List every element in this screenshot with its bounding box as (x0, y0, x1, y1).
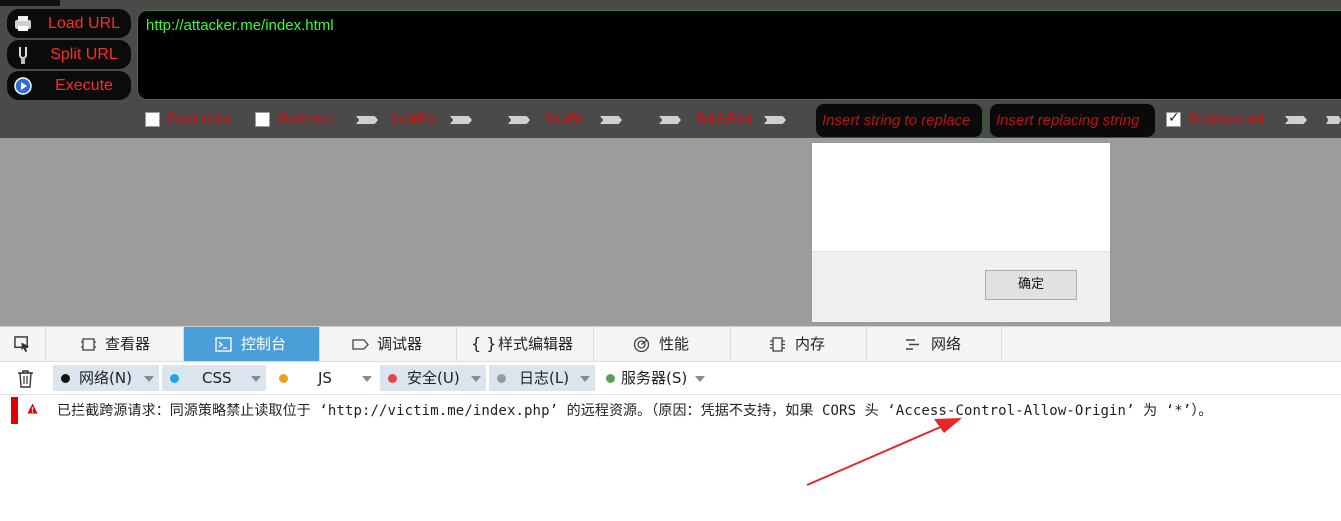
tab-console-label: 控制台 (241, 335, 287, 353)
base64-encode-arrow-icon[interactable] (764, 116, 786, 124)
filter-css-dot (170, 374, 179, 383)
replace-all-label[interactable]: Replace All (1189, 110, 1264, 130)
filter-server[interactable]: 服务器(S) (598, 365, 710, 391)
filter-server-label: 服务器(S) (621, 369, 688, 387)
filter-security-dot (388, 374, 397, 383)
load-url-button[interactable]: Load URL (7, 9, 131, 38)
hex-decode-arrow-icon[interactable] (356, 116, 378, 124)
execute-label: Execute (55, 77, 113, 94)
tab-style-editor[interactable]: { } 样式编辑器 (457, 327, 594, 361)
braces-icon: { } (471, 334, 497, 353)
referrer-label[interactable]: Referrer (278, 110, 333, 130)
replace-all-checkbox[interactable] (1166, 110, 1181, 127)
alert-dialog: 确定 (811, 142, 1111, 322)
tab-style-editor-label: 样式编辑器 (498, 335, 574, 353)
tab-debugger-label: 调试器 (377, 335, 423, 353)
url-decode-arrow-icon[interactable] (508, 116, 530, 124)
more-arrow-icon[interactable] (1326, 116, 1341, 124)
filter-net-dot (61, 374, 70, 383)
insert-string-input[interactable]: Insert string to replace (815, 103, 983, 138)
insert-replacing-placeholder: Insert replacing string (996, 112, 1140, 129)
post-data-checkbox[interactable] (145, 112, 160, 127)
warning-icon (27, 403, 38, 414)
tab-performance-label: 性能 (659, 335, 690, 353)
console-error-row: 已拦截跨源请求：同源策略禁止读取位于 ‘http://victim.me/ind… (0, 395, 1341, 425)
element-picker-icon (14, 336, 30, 353)
filter-net-label: 网络(N) (79, 369, 132, 387)
execute-button[interactable]: Execute (7, 71, 131, 100)
insert-replacing-input[interactable]: Insert replacing string (989, 103, 1156, 138)
hackbar-toolbar: Load URL Split URL Execute http://attack… (0, 0, 1341, 138)
filter-js-label: JS (318, 369, 332, 387)
tab-console[interactable]: 控制台 (184, 327, 320, 361)
performance-icon (633, 336, 650, 353)
filter-security-label: 安全(U) (407, 369, 460, 387)
filter-js[interactable]: JS (271, 365, 377, 391)
filter-logging-dot (497, 374, 506, 383)
url-textarea[interactable]: http://attacker.me/index.html (137, 10, 1341, 100)
filter-js-dot (279, 374, 288, 383)
url-encode-arrow-icon[interactable] (600, 116, 622, 124)
load-url-label: Load URL (47, 15, 121, 32)
ok-button[interactable]: 确定 (985, 270, 1077, 300)
element-picker-button[interactable] (0, 327, 46, 361)
filter-logging-label: 日志(L) (519, 369, 570, 387)
chevron-down-icon (695, 376, 705, 382)
console-message: 已拦截跨源请求：同源策略禁止读取位于 ‘http://victim.me/ind… (57, 403, 1213, 419)
url-encode-label: %URL (544, 111, 588, 128)
devtools-panel: 查看器 控制台 调试器 { } 样式编辑器 性能 内存 网络 网络(N) CSS… (0, 326, 1341, 521)
page-overlay (0, 138, 1341, 326)
tab-memory-label: 内存 (795, 335, 826, 353)
alert-dialog-footer: 确定 (812, 251, 1110, 322)
console-filter-bar: 网络(N) CSS JS 安全(U) 日志(L) 服务器(S) (0, 362, 1341, 395)
insert-string-placeholder: Insert string to replace (822, 112, 971, 129)
tab-inspector-label: 查看器 (105, 335, 151, 353)
filter-logging[interactable]: 日志(L) (489, 365, 595, 391)
referrer-checkbox[interactable] (255, 112, 270, 127)
hackbar-top-menu-strip (176, 0, 1341, 6)
split-url-button[interactable]: Split URL (7, 40, 131, 69)
debugger-icon (352, 339, 369, 350)
tab-memory[interactable]: 内存 (731, 327, 867, 361)
chevron-down-icon (144, 376, 154, 382)
filter-css-label: CSS (202, 369, 232, 387)
hackbar-corner (0, 0, 60, 6)
chevron-down-icon (362, 376, 372, 382)
filter-net[interactable]: 网络(N) (53, 365, 159, 391)
chevron-down-icon (471, 376, 481, 382)
post-data-label[interactable]: Post data (167, 110, 230, 130)
tab-network-label: 网络 (931, 335, 962, 353)
tab-inspector[interactable]: 查看器 (46, 327, 184, 361)
chevron-down-icon (580, 376, 590, 382)
tab-performance[interactable]: 性能 (594, 327, 731, 361)
inspector-icon (81, 338, 96, 351)
error-marker (11, 397, 18, 424)
hex-encode-arrow-icon[interactable] (450, 116, 472, 124)
chevron-down-icon (251, 376, 261, 382)
tab-network[interactable]: 网络 (867, 327, 1002, 361)
base64-decode-arrow-icon[interactable] (659, 116, 681, 124)
console-icon (215, 337, 232, 352)
filter-server-dot (606, 374, 615, 383)
memory-icon (770, 337, 785, 352)
alert-dialog-body (812, 143, 1110, 251)
split-url-label: Split URL (50, 46, 118, 63)
devtools-tab-bar: 查看器 控制台 调试器 { } 样式编辑器 性能 内存 网络 (0, 327, 1341, 362)
base64-label: BASE64 (696, 111, 753, 128)
replace-arrow-icon[interactable] (1285, 116, 1307, 124)
filter-security[interactable]: 安全(U) (380, 365, 486, 391)
trash-icon[interactable] (16, 369, 35, 388)
screenshot-root: Load URL Split URL Execute http://attack… (0, 0, 1341, 521)
network-icon (906, 339, 919, 350)
hex-label: 0xHEX (390, 111, 437, 128)
tab-debugger[interactable]: 调试器 (320, 327, 457, 361)
url-value: http://attacker.me/index.html (146, 17, 334, 34)
filter-css[interactable]: CSS (162, 365, 266, 391)
